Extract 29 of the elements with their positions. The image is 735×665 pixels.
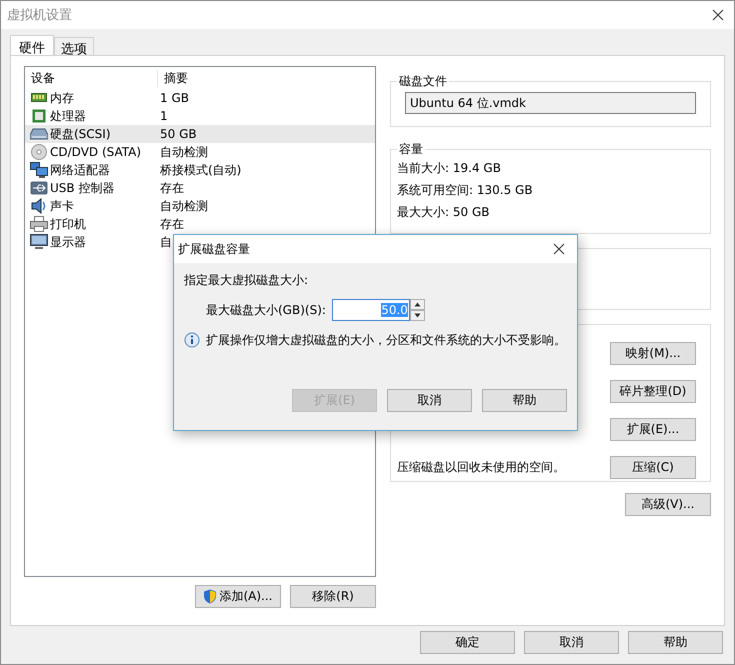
capacity-text: 当前大小: 19.4 GB xyxy=(397,160,502,177)
device-summary: 50 GB xyxy=(159,127,197,141)
device-summary: 1 GB xyxy=(159,91,189,105)
device-name: CD/DVD (SATA) xyxy=(50,145,142,159)
field-label: 最大磁盘大小(GB)(S): xyxy=(206,302,326,318)
window-title: 虚拟机设置 xyxy=(7,7,72,24)
device-summary: 1 xyxy=(159,109,168,123)
utility-description: 压缩磁盘以回收未使用的空间。 xyxy=(397,459,565,476)
group-title: 容量 xyxy=(398,141,424,158)
device-summary: 桥接模式(自动) xyxy=(159,162,242,178)
prompt-text: 指定最大虚拟磁盘大小: xyxy=(184,272,310,289)
device-name: 打印机 xyxy=(50,216,86,232)
device-name: 声卡 xyxy=(50,198,74,214)
dialog-title: 扩展磁盘容量 xyxy=(178,240,250,258)
device-summary: 存在 xyxy=(159,216,184,232)
device-name: 网络适配器 xyxy=(50,162,110,178)
device-summary: 自动检测 xyxy=(159,198,208,214)
device-name: 显示器 xyxy=(50,234,86,250)
device-name: 处理器 xyxy=(50,108,86,124)
device-summary: 存在 xyxy=(159,180,184,196)
group-title: 磁盘文件 xyxy=(398,73,448,90)
capacity-text: 最大大小: 50 GB xyxy=(397,204,490,221)
device-summary: 自 xyxy=(159,234,172,250)
device-name: USB 控制器 xyxy=(50,180,114,196)
info-text: 扩展操作仅增大虚拟磁盘的大小，分区和文件系统的大小不受影响。 xyxy=(206,332,566,349)
device-name: 硬盘(SCSI) xyxy=(50,126,111,142)
capacity-text: 系统可用空间: 130.5 GB xyxy=(397,182,534,199)
device-summary: 自动检测 xyxy=(159,144,208,160)
device-name: 内存 xyxy=(50,90,74,106)
